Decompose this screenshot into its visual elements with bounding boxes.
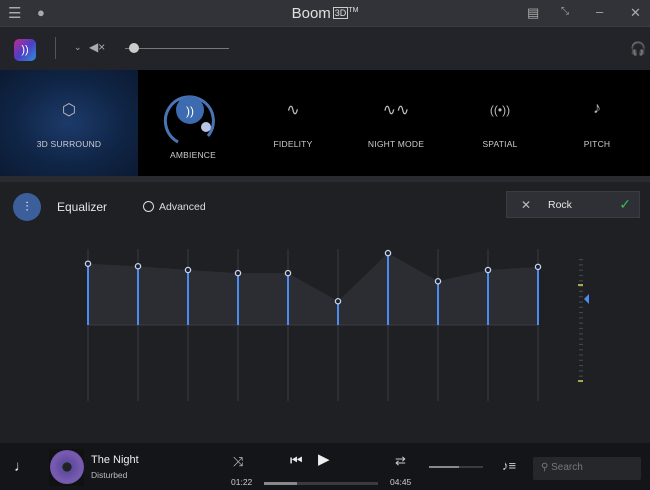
band-handle[interactable] bbox=[234, 269, 242, 277]
app-logo-icon[interactable]: )) bbox=[14, 39, 36, 61]
band-handle[interactable] bbox=[484, 266, 492, 274]
previous-icon[interactable]: ⏮ bbox=[290, 453, 303, 467]
equalizer-graph[interactable] bbox=[0, 224, 650, 443]
effect-label: FIDELITY bbox=[273, 139, 313, 149]
preamp-tick bbox=[579, 280, 583, 282]
wave-icon: ∿∿ bbox=[382, 102, 410, 119]
preamp-tick bbox=[579, 301, 583, 303]
close-icon[interactable]: ✕ bbox=[630, 6, 641, 19]
preamp-handle[interactable] bbox=[584, 294, 589, 304]
band-handle[interactable] bbox=[284, 269, 292, 277]
song-artist: Disturbed bbox=[91, 470, 128, 480]
song-title: The Night bbox=[91, 454, 139, 466]
search-icon: ⚲ bbox=[541, 462, 552, 473]
advanced-label: Advanced bbox=[159, 201, 206, 213]
elapsed-time: 01:22 bbox=[231, 477, 253, 487]
volume-slider-handle[interactable] bbox=[129, 43, 139, 53]
preamp-tick bbox=[579, 327, 583, 330]
equalizer-title: Equalizer bbox=[57, 200, 108, 214]
preamp-tick bbox=[579, 365, 583, 367]
band-handle[interactable] bbox=[334, 298, 342, 305]
effect-label: 3D SURROUND bbox=[36, 139, 102, 149]
search-input[interactable]: ⚲ Search bbox=[533, 457, 641, 480]
equalizer-icon[interactable]: ⫶ bbox=[13, 193, 41, 221]
divider bbox=[55, 37, 56, 59]
album-art bbox=[49, 449, 84, 486]
effect-label: NIGHT MODE bbox=[367, 139, 425, 149]
effect-fidelity[interactable]: ∿ FIDELITY bbox=[238, 70, 348, 176]
preamp-tick bbox=[579, 354, 583, 356]
preset-name: Rock bbox=[548, 199, 572, 211]
band-handle[interactable] bbox=[384, 249, 392, 257]
preamp-tick bbox=[579, 338, 583, 340]
mute-icon[interactable]: ◀× bbox=[89, 41, 105, 53]
radio-icon bbox=[143, 201, 154, 212]
duration-time: 04:45 bbox=[390, 477, 412, 487]
chevron-down-icon[interactable]: ⌄ bbox=[74, 43, 82, 52]
band-handle[interactable] bbox=[534, 263, 542, 271]
check-icon[interactable]: ✓ bbox=[619, 196, 631, 213]
effect-label: PITCH bbox=[583, 139, 611, 149]
close-icon[interactable]: ✕ bbox=[521, 198, 531, 212]
player-volume-slider[interactable] bbox=[429, 466, 483, 468]
equalizer-header: ⫶ Equalizer Advanced ✕ Rock ✓ bbox=[0, 176, 650, 224]
preamp-marker bbox=[578, 380, 583, 382]
player-bar: ♩ The Night Disturbed ⤨ ⏮ ▶ ⇄ 01:22 04:4… bbox=[0, 443, 650, 490]
preamp-tick bbox=[579, 264, 583, 266]
preamp-tick bbox=[579, 306, 583, 308]
effect-pitch[interactable]: ♪ PITCH bbox=[542, 70, 650, 176]
band-handle[interactable] bbox=[434, 278, 442, 285]
preamp-tick bbox=[579, 312, 583, 314]
cube-icon: ⬡ bbox=[62, 102, 76, 119]
eq-curve-fill bbox=[88, 253, 538, 325]
preamp-tick bbox=[579, 370, 583, 372]
effect-3d-surround[interactable]: ⬡ 3D SURROUND bbox=[0, 70, 138, 176]
search-placeholder: Search bbox=[551, 462, 583, 473]
effect-label: AMBIENCE bbox=[170, 150, 216, 160]
preamp-tick bbox=[579, 259, 583, 261]
effect-night-mode[interactable]: ∿∿ NIGHT MODE bbox=[341, 70, 451, 176]
mini-player-icon[interactable]: ♩ bbox=[14, 459, 29, 474]
shuffle-icon[interactable]: ⤨ bbox=[233, 455, 243, 468]
advanced-radio[interactable]: Advanced bbox=[143, 201, 206, 213]
preamp-marker bbox=[578, 284, 583, 286]
band-handle[interactable] bbox=[134, 263, 142, 270]
progress-bar[interactable] bbox=[264, 482, 378, 485]
effect-spatial[interactable]: ((•)) SPATIAL bbox=[445, 70, 555, 176]
preamp-tick bbox=[579, 349, 583, 351]
preamp-tick bbox=[579, 333, 583, 335]
feedback-icon[interactable]: ▤ bbox=[527, 6, 539, 19]
svg-text:)): )) bbox=[186, 104, 194, 118]
minimize-icon[interactable]: – bbox=[596, 5, 603, 18]
preamp-tick bbox=[579, 290, 583, 292]
volume-slider[interactable] bbox=[125, 48, 229, 49]
preamp-tick bbox=[579, 359, 583, 361]
music-note-icon: ♪ bbox=[593, 100, 601, 117]
band-handle[interactable] bbox=[84, 260, 92, 268]
app-title: Boom 3D TM bbox=[291, 5, 359, 22]
preamp-tick bbox=[579, 269, 583, 271]
effect-ambience[interactable]: )) AMBIENCE bbox=[138, 70, 248, 176]
preamp-tick bbox=[579, 296, 583, 298]
preamp-tick bbox=[579, 375, 583, 377]
waveform-icon: ∿ bbox=[286, 102, 300, 119]
toolbar: )) ⌄ ◀× 🎧 bbox=[0, 27, 650, 70]
title-bar: ☰ ● Boom 3D TM ▤ ⤡ – ✕ bbox=[0, 0, 650, 27]
effect-label: SPATIAL bbox=[482, 139, 518, 149]
preamp-tick bbox=[579, 343, 583, 345]
repeat-icon[interactable]: ⇄ bbox=[395, 454, 406, 467]
playlist-icon[interactable]: ♪≡ bbox=[502, 459, 516, 472]
preset-selector[interactable]: ✕ Rock ✓ bbox=[506, 191, 640, 218]
band-handle[interactable] bbox=[184, 266, 192, 274]
preamp-tick bbox=[579, 274, 583, 277]
play-icon[interactable]: ▶ bbox=[318, 452, 330, 467]
effects-bar: ⬡ 3D SURROUND )) AMBIENCE ∿ FIDELITY ∿∿ … bbox=[0, 70, 650, 176]
ambience-dial[interactable]: )) bbox=[138, 80, 248, 160]
broadcast-icon: ((•)) bbox=[489, 103, 511, 117]
preamp-tick bbox=[579, 317, 583, 319]
headphones-icon[interactable]: 🎧 bbox=[630, 42, 646, 55]
compact-icon[interactable]: ⤡ bbox=[561, 7, 569, 17]
preamp-tick bbox=[579, 322, 583, 324]
